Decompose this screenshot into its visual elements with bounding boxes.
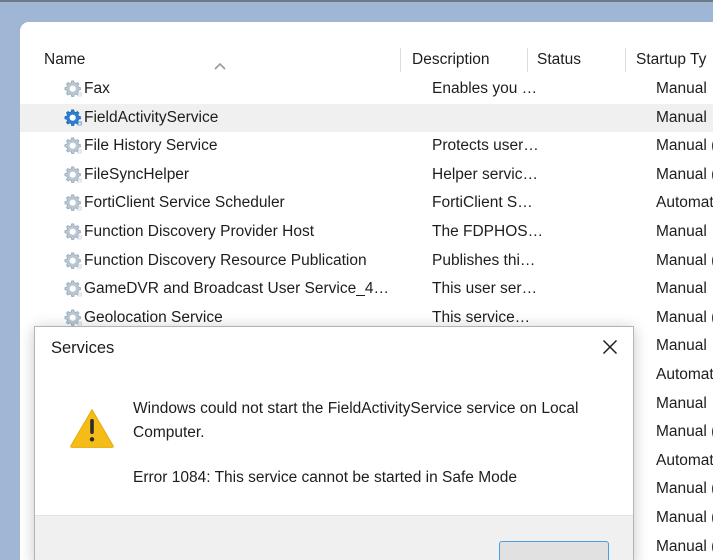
column-header-status[interactable]: Status: [537, 44, 617, 75]
service-gear-icon: [64, 309, 83, 328]
service-gear-icon: [64, 137, 83, 156]
table-row[interactable]: Function Discovery Provider Host The FDPH…: [20, 218, 713, 247]
sort-ascending-icon: [213, 58, 227, 70]
cell-startup-type: Manual (T: [656, 423, 713, 441]
dialog-title: Services: [51, 339, 115, 357]
cell-status: [557, 161, 639, 190]
cell-description: [432, 104, 544, 133]
service-gear-icon: [64, 109, 83, 128]
cell-startup-type: Manual (T: [656, 165, 713, 183]
table-row[interactable]: Function Discovery Resource Publication P…: [20, 247, 713, 276]
cell-name: FortiClient Service Scheduler: [84, 194, 285, 212]
cell-startup-type: Manual (T: [656, 480, 713, 498]
cell-description: Publishes thi…: [432, 251, 536, 269]
table-column-header: Name Description Status Startup Ty: [20, 44, 713, 75]
cell-description: Helper servic…: [432, 165, 538, 183]
cell-name: GameDVR and Broadcast User Service_4…: [84, 280, 389, 298]
cell-startup-type: Automatic: [656, 366, 713, 383]
column-header-startup-type[interactable]: Startup Ty: [636, 44, 713, 75]
cell-startup-type: Manual: [656, 337, 707, 355]
cell-status: [557, 218, 639, 247]
cell-startup-type: Manual: [656, 223, 707, 240]
table-row[interactable]: GameDVR and Broadcast User Service_4… Thi…: [20, 275, 713, 304]
column-header-name[interactable]: Name: [44, 44, 209, 75]
table-row[interactable]: File History Service Protects user… Manual…: [20, 132, 713, 161]
cell-startup-type: Manual: [656, 80, 707, 97]
cell-status: [557, 104, 639, 133]
table-row[interactable]: FortiClient Service Scheduler FortiClient…: [20, 189, 713, 218]
service-gear-icon: [64, 80, 83, 99]
service-gear-icon: [64, 280, 83, 299]
cell-description: Enables you …: [432, 80, 538, 97]
cell-description: Protects user…: [432, 137, 539, 155]
desktop-top-edge: [0, 0, 713, 2]
cell-description: FortiClient S…: [432, 194, 533, 212]
cell-startup-type: Automatic: [656, 194, 713, 212]
cell-startup-type: Manual (T: [656, 137, 713, 155]
column-divider-1[interactable]: [400, 48, 401, 72]
column-divider-3[interactable]: [625, 48, 626, 72]
column-divider-2[interactable]: [527, 48, 528, 72]
cell-status: [557, 189, 639, 218]
table-row[interactable]: FieldActivityService Manual: [20, 103, 713, 133]
cell-description: The FDPHOS…: [432, 223, 544, 240]
cell-startup-type: Manual: [656, 108, 707, 126]
error-dialog: Services Windows could not start the Fie…: [34, 326, 634, 560]
cell-startup-type: Manual (T: [656, 537, 713, 555]
cell-description: This user ser…: [432, 280, 538, 298]
cell-name: Function Discovery Provider Host: [84, 223, 314, 240]
cell-name: File History Service: [84, 137, 218, 155]
dialog-titlebar[interactable]: Services: [35, 327, 633, 367]
column-header-description[interactable]: Description: [412, 44, 522, 75]
cell-name: FileSyncHelper: [84, 165, 190, 183]
close-icon[interactable]: [587, 327, 633, 367]
cell-startup-type: Manual (T: [656, 509, 713, 526]
dialog-message-main: Windows could not start the FieldActivit…: [133, 400, 579, 441]
cell-name: Function Discovery Resource Publication: [84, 251, 367, 269]
cell-status: [557, 275, 639, 304]
dialog-message-error: Error 1084: This service cannot be start…: [133, 469, 517, 486]
cell-name: Fax: [84, 80, 110, 97]
table-row[interactable]: Fax Enables you … Manual: [20, 75, 713, 104]
warning-triangle-icon: [69, 407, 115, 449]
cell-startup-type: Manual (T: [656, 308, 713, 326]
cell-startup-type: Manual: [656, 394, 707, 412]
cell-startup-type: Automatic: [656, 451, 713, 469]
service-gear-icon: [64, 194, 83, 213]
cell-status: [557, 75, 639, 104]
cell-status: [557, 247, 639, 276]
ok-button[interactable]: [499, 541, 609, 560]
service-gear-icon: [64, 166, 83, 185]
dialog-body: Windows could not start the FieldActivit…: [35, 367, 633, 515]
service-gear-icon: [64, 252, 83, 271]
service-gear-icon: [64, 223, 83, 242]
cell-startup-type: Manual (T: [656, 251, 713, 269]
cell-startup-type: Manual: [656, 280, 707, 298]
table-row[interactable]: FileSyncHelper Helper servic… Manual (T: [20, 161, 713, 190]
screen: Name Description Status Startup Ty Fax En…: [0, 0, 713, 560]
dialog-footer: [35, 515, 633, 560]
cell-status: [557, 132, 639, 161]
cell-name: FieldActivityService: [84, 108, 219, 126]
